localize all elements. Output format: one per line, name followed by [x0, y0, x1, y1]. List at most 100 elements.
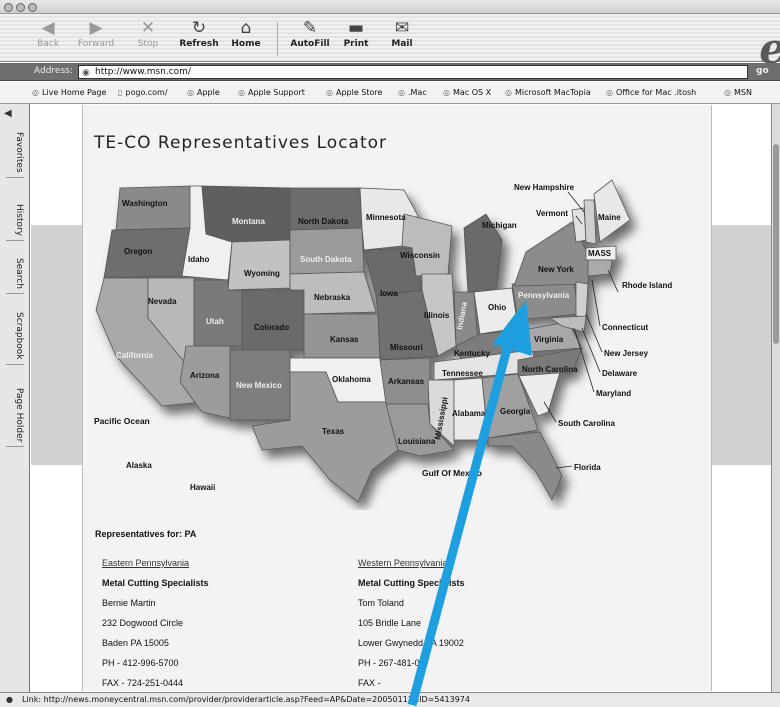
eastern-street: 232 Dogwood Circle — [102, 618, 184, 628]
go-button[interactable]: go — [756, 66, 769, 76]
label-pacific-ocean: Pacific Ocean — [94, 416, 150, 426]
state-florida[interactable] — [487, 431, 563, 501]
mail-envelope-icon: ✉ — [394, 18, 410, 38]
western-contact-name: Tom Toland — [358, 598, 404, 608]
state-arizona[interactable] — [179, 345, 231, 419]
label-new-hampshire: New Hampshire — [514, 183, 575, 192]
browser-toolbar: ◀ Back ▶ Forward ✕ Stop ↻ Refresh ⌂ Home… — [0, 14, 780, 73]
label-michigan: Michigan — [482, 221, 517, 230]
title-bar — [0, 0, 780, 14]
label-montana: Montana — [232, 217, 265, 226]
print-button[interactable]: ▬ Print — [330, 18, 382, 50]
label-nevada: Nevada — [148, 297, 177, 306]
reps-heading: Representatives for: PA — [95, 529, 197, 539]
back-button[interactable]: ◀ Back — [22, 18, 74, 50]
fav-dotmac[interactable]: ◎ .Mac — [398, 88, 427, 97]
tab-history[interactable]: History — [6, 200, 24, 242]
status-globe-icon: ● — [6, 695, 13, 704]
tab-scrapbook[interactable]: Scrapbook — [6, 308, 24, 365]
globe-icon: ◎ — [187, 88, 194, 97]
state-colorado[interactable] — [241, 289, 305, 351]
state-new-jersey[interactable] — [575, 281, 589, 319]
label-louisiana: Louisiana — [398, 437, 436, 446]
label-nebraska: Nebraska — [314, 293, 351, 302]
state-utah[interactable] — [193, 279, 243, 347]
home-icon: ⌂ — [240, 18, 252, 38]
mail-button[interactable]: ✉ Mail — [376, 18, 428, 50]
globe-icon: ◎ — [606, 88, 613, 97]
label-washington: Washington — [122, 199, 168, 208]
fav-mac-os-x[interactable]: ◎ Mac OS X — [443, 88, 491, 97]
label-vermont: Vermont — [536, 209, 568, 218]
scroll-thumb[interactable] — [773, 144, 779, 344]
sidebar-collapse-icon[interactable]: ◀ — [4, 108, 12, 119]
western-phone: PH - 267-481-0 — [358, 658, 420, 668]
tab-search[interactable]: Search — [6, 254, 24, 294]
state-connecticut-rhode-island[interactable] — [587, 259, 613, 277]
label-arkansas: Arkansas — [388, 377, 425, 386]
state-wyoming[interactable] — [227, 239, 291, 291]
fav-apple-store[interactable]: ◎ Apple Store — [326, 88, 382, 97]
printer-icon: ▬ — [347, 18, 365, 38]
stop-button[interactable]: ✕ Stop — [122, 18, 174, 50]
label-colorado: Colorado — [254, 323, 289, 332]
address-label: Address: — [34, 66, 73, 76]
label-rhode-island: Rhode Island — [622, 281, 672, 290]
address-bar: Address: ◉ http://www.msn.com/ go — [0, 63, 780, 81]
home-button[interactable]: ⌂ Home — [220, 18, 272, 50]
label-alaska: Alaska — [126, 461, 152, 470]
western-street: 105 Bridle Lane — [358, 618, 422, 628]
label-california: California — [116, 351, 153, 360]
label-georgia: Georgia — [500, 407, 531, 416]
address-input[interactable]: ◉ http://www.msn.com/ — [78, 65, 748, 79]
label-mass: MASS — [588, 249, 612, 258]
state-montana[interactable] — [201, 185, 291, 243]
label-alabama: Alabama — [452, 409, 486, 418]
stop-x-icon: ✕ — [140, 18, 156, 38]
fav-live-home-page[interactable]: ◎ Live Home Page — [32, 88, 106, 97]
document-icon: ▯ — [118, 88, 123, 97]
fav-pogo[interactable]: ▯ pogo.com/ — [118, 88, 168, 97]
eastern-region-link[interactable]: Eastern Pennsylvania — [102, 557, 322, 577]
label-arizona: Arizona — [190, 371, 220, 380]
label-wisconsin: Wisconsin — [400, 251, 440, 260]
fav-apple-support[interactable]: ◎ Apple Support — [238, 88, 305, 97]
fav-microsoft-mactopia[interactable]: ◎ Microsoft MacTopia — [505, 88, 591, 97]
autofill-button[interactable]: ✎ AutoFill — [284, 18, 336, 50]
label-oklahoma: Oklahoma — [332, 375, 371, 384]
state-new-hampshire[interactable] — [583, 199, 597, 245]
globe-icon: ◎ — [398, 88, 405, 97]
favorites-bar: ◎ Live Home Page ▯ pogo.com/ ◎ Apple ◎ Apple… — [0, 82, 780, 104]
eastern-company: Metal Cutting Specialists — [102, 578, 209, 588]
label-virginia: Virginia — [534, 335, 564, 344]
state-south-dakota[interactable] — [289, 227, 365, 275]
zoom-window-button[interactable] — [28, 3, 37, 12]
label-kentucky: Kentucky — [454, 349, 491, 358]
minimize-window-button[interactable] — [16, 3, 25, 12]
close-window-button[interactable] — [4, 3, 13, 12]
state-washington[interactable] — [115, 185, 191, 231]
label-new-jersey: New Jersey — [604, 349, 649, 358]
western-rep-card: Western Pennsylvania Metal Cutting Speci… — [358, 557, 578, 697]
fav-msn[interactable]: ◎ MSN — [724, 88, 752, 97]
western-region-link[interactable]: Western Pennsylvania — [358, 557, 578, 577]
state-maine[interactable] — [593, 179, 631, 243]
label-north-dakota: North Dakota — [298, 217, 349, 226]
label-maine: Maine — [598, 213, 621, 222]
label-new-mexico: New Mexico — [236, 381, 282, 390]
label-tennessee: Tennessee — [442, 369, 483, 378]
fav-office-for-mac[interactable]: ◎ Office for Mac .itosh — [606, 88, 696, 97]
fav-apple[interactable]: ◎ Apple — [187, 88, 220, 97]
vertical-scrollbar[interactable] — [771, 104, 780, 692]
tab-page-holder[interactable]: Page Holder — [6, 384, 24, 448]
forward-button[interactable]: ▶ Forward — [70, 18, 122, 50]
globe-icon: ◎ — [724, 88, 731, 97]
us-map[interactable]: Washington Oregon Idaho Montana Wyoming … — [82, 150, 712, 510]
label-connecticut: Connecticut — [602, 323, 649, 332]
globe-icon: ◎ — [326, 88, 333, 97]
label-texas: Texas — [322, 427, 345, 436]
refresh-button[interactable]: ↻ Refresh — [173, 18, 225, 50]
label-ohio: Ohio — [488, 303, 506, 312]
label-hawaii: Hawaii — [190, 483, 215, 492]
tab-favorites[interactable]: Favorites — [6, 128, 24, 178]
